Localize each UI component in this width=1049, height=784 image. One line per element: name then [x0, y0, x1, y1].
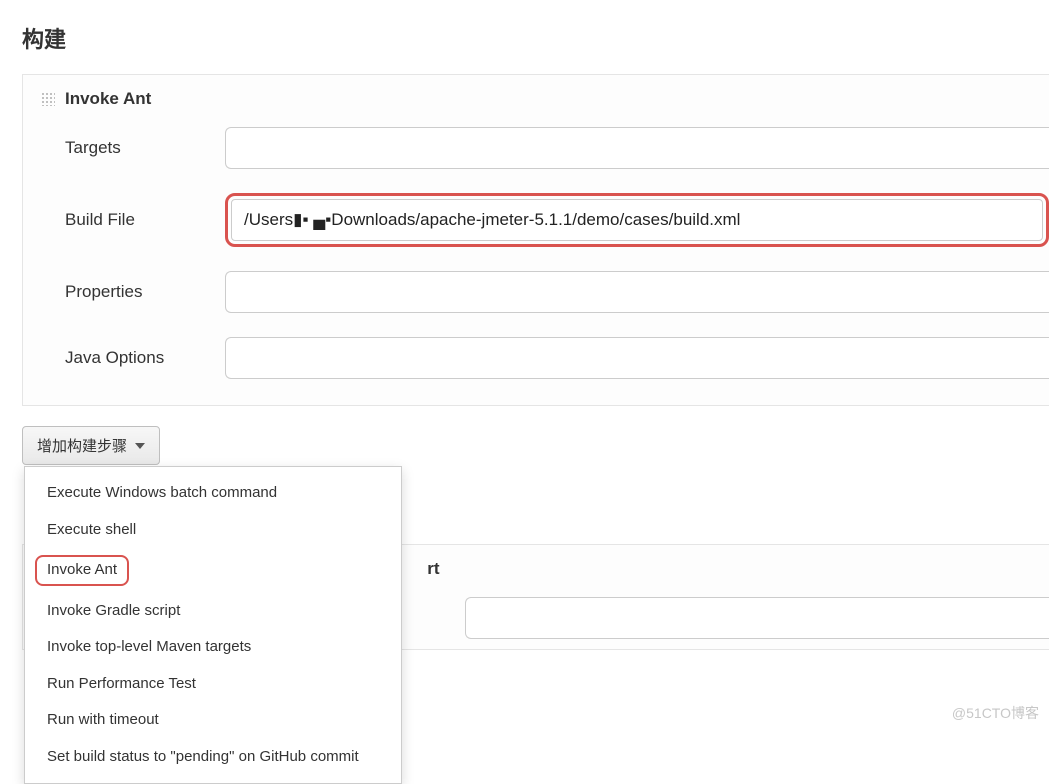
menu-item-invoke-ant-highlight: Invoke Ant: [35, 555, 129, 586]
build-file-row: Build File: [23, 181, 1049, 259]
menu-item-run-timeout[interactable]: Run with timeout: [25, 702, 401, 739]
menu-item-invoke-gradle[interactable]: Invoke Gradle script: [25, 593, 401, 630]
properties-input[interactable]: [225, 271, 1049, 313]
targets-label: Targets: [65, 138, 225, 158]
menu-item-exec-windows-batch[interactable]: Execute Windows batch command: [25, 475, 401, 512]
build-file-input[interactable]: [231, 199, 1043, 241]
step-title: Invoke Ant: [65, 89, 151, 109]
drag-handle-icon[interactable]: [41, 92, 55, 106]
menu-item-invoke-maven[interactable]: Invoke top-level Maven targets: [25, 629, 401, 666]
watermark: @51CTO博客: [952, 703, 1039, 723]
add-build-step-button[interactable]: 增加构建步骤: [22, 426, 160, 465]
properties-row: Properties: [23, 259, 1049, 325]
build-file-highlight: [225, 193, 1049, 247]
add-build-step-label: 增加构建步骤: [37, 435, 127, 456]
caret-down-icon: [135, 443, 145, 449]
menu-item-run-perf-test[interactable]: Run Performance Test: [25, 666, 401, 703]
menu-item-exec-shell[interactable]: Execute shell: [25, 512, 401, 549]
build-file-label: Build File: [65, 210, 225, 230]
post-build-step-title-visible: rt: [427, 559, 439, 579]
targets-input[interactable]: [225, 127, 1049, 169]
add-build-step-menu: Execute Windows batch command Execute sh…: [24, 466, 402, 784]
java-options-input[interactable]: [225, 337, 1049, 379]
menu-item-invoke-ant[interactable]: Invoke Ant: [25, 548, 401, 593]
invoke-ant-step: Invoke Ant Targets Build File Properties…: [22, 74, 1049, 406]
java-options-row: Java Options: [23, 325, 1049, 405]
menu-item-set-build-status-pending[interactable]: Set build status to "pending" on GitHub …: [25, 739, 401, 776]
post-build-input[interactable]: [465, 597, 1049, 639]
targets-row: Targets: [23, 115, 1049, 181]
section-title: 构建: [0, 0, 1049, 74]
java-options-label: Java Options: [65, 348, 225, 368]
properties-label: Properties: [65, 282, 225, 302]
